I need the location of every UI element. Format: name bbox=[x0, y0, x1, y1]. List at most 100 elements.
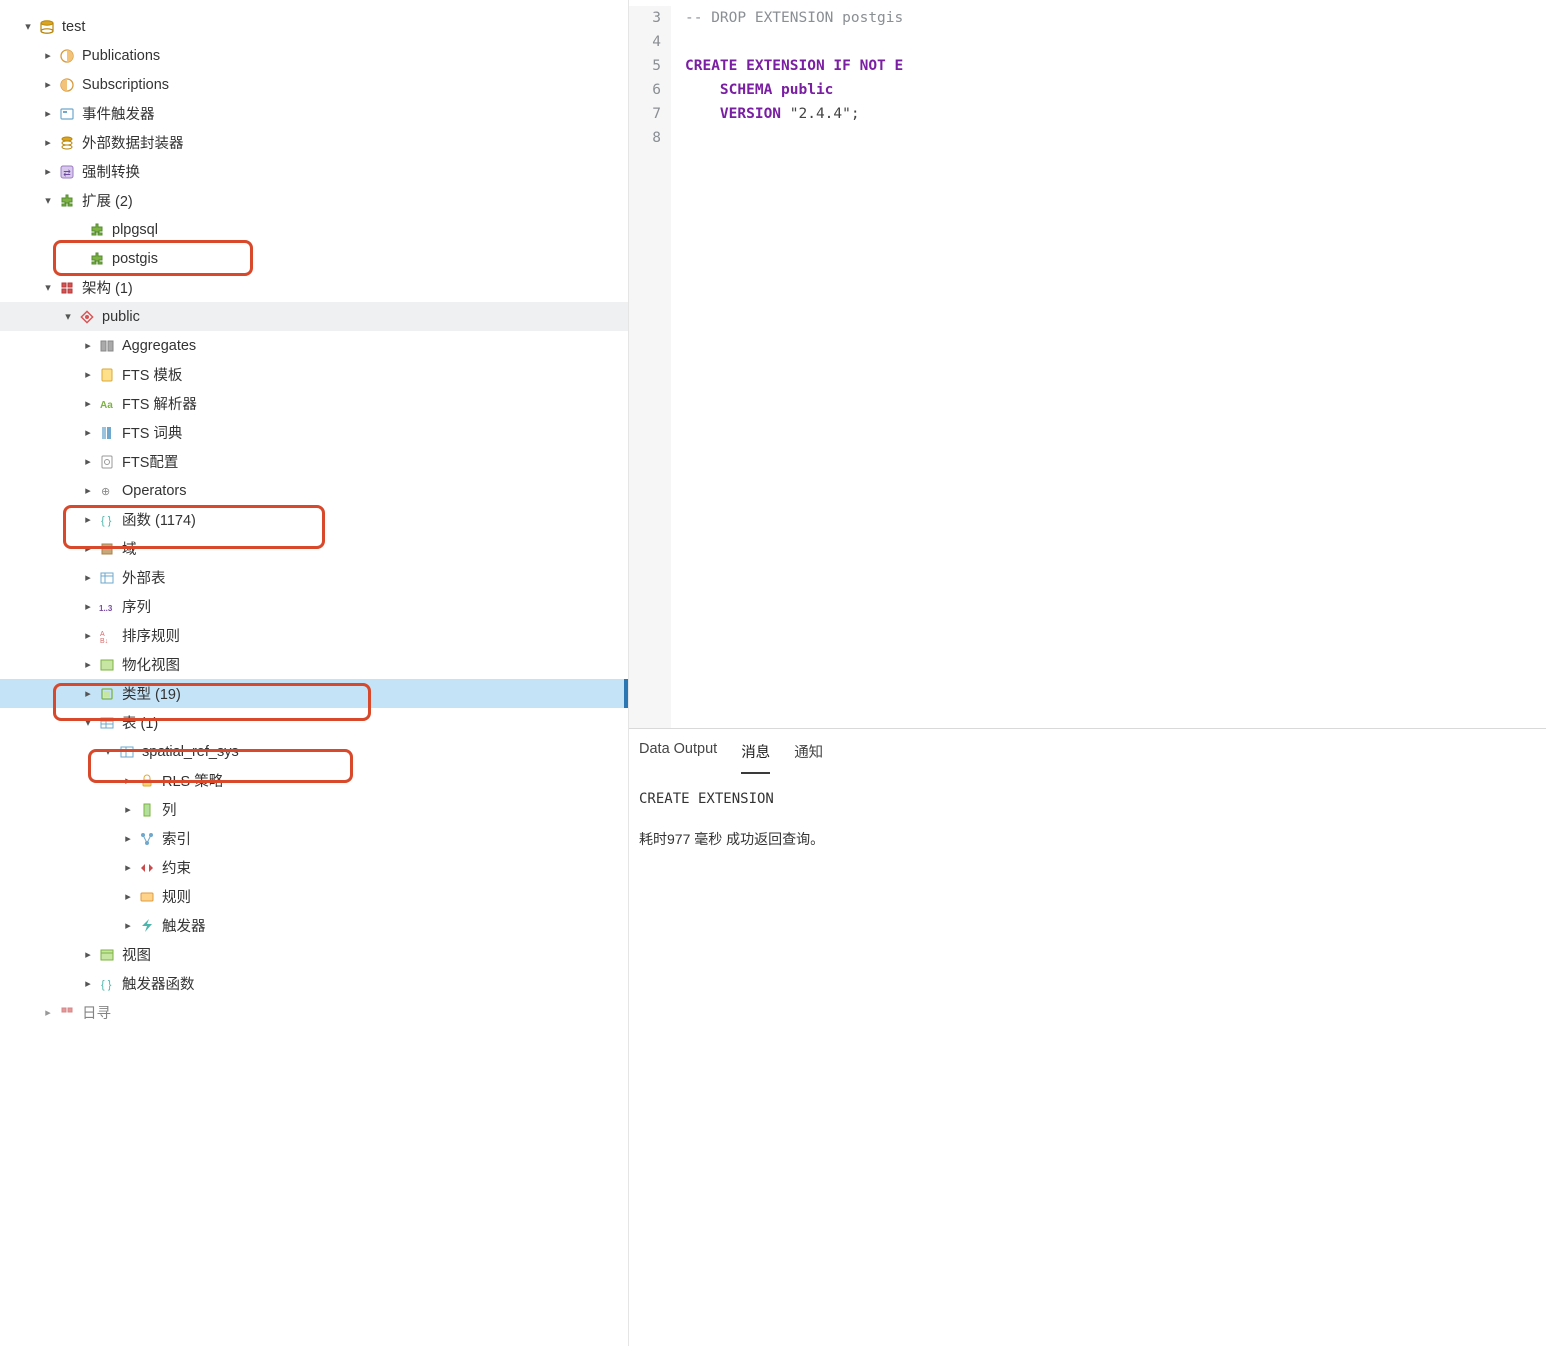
chevron-down-icon[interactable]: ▾ bbox=[100, 745, 116, 758]
code-content[interactable]: -- DROP EXTENSION postgisCREATE EXTENSIO… bbox=[671, 6, 903, 728]
aggregates-icon bbox=[98, 337, 116, 355]
chevron-right-icon[interactable]: ▸ bbox=[80, 455, 96, 468]
chevron-right-icon[interactable]: ▸ bbox=[80, 542, 96, 555]
tree-label: 排序规则 bbox=[122, 625, 180, 646]
tree-node-fts-parsers[interactable]: ▸ Aa FTS 解析器 bbox=[0, 389, 628, 418]
chevron-right-icon[interactable]: ▸ bbox=[80, 687, 96, 700]
chevron-right-icon[interactable]: ▸ bbox=[80, 368, 96, 381]
sql-editor[interactable]: 345678 -- DROP EXTENSION postgisCREATE E… bbox=[629, 0, 1546, 728]
editor-panel: 345678 -- DROP EXTENSION postgisCREATE E… bbox=[629, 0, 1546, 1346]
tree-label: RLS 策略 bbox=[162, 770, 223, 791]
chevron-right-icon[interactable]: ▸ bbox=[80, 513, 96, 526]
tree-node-ext-plpgsql[interactable]: ▸ plpgsql bbox=[0, 215, 628, 244]
output-line: 耗时977 毫秒 成功返回查询。 bbox=[639, 826, 1536, 852]
tree-node-trigger-funcs[interactable]: ▸ { } 触发器函数 bbox=[0, 969, 628, 998]
chevron-right-icon[interactable]: ▸ bbox=[120, 832, 136, 845]
fts-parser-icon: Aa bbox=[98, 395, 116, 413]
chevron-right-icon[interactable]: ▸ bbox=[80, 426, 96, 439]
tree-node-table-spatial[interactable]: ▾ spatial_ref_sys bbox=[0, 737, 628, 766]
tree-node-fts-templates[interactable]: ▸ FTS 模板 bbox=[0, 360, 628, 389]
table-icon bbox=[98, 714, 116, 732]
tree-label: 日寻 bbox=[82, 1002, 111, 1023]
tree-node-collations[interactable]: ▸ AB↓ 排序规则 bbox=[0, 621, 628, 650]
index-icon bbox=[138, 830, 156, 848]
chevron-right-icon[interactable]: ▸ bbox=[120, 803, 136, 816]
tree-node-event-triggers[interactable]: ▸ 事件触发器 bbox=[0, 99, 628, 128]
tree-label: FTS 解析器 bbox=[122, 393, 197, 414]
tree-node-casts[interactable]: ▸ ⇄ 强制转换 bbox=[0, 157, 628, 186]
chevron-right-icon[interactable]: ▸ bbox=[40, 136, 56, 149]
tree-node-schemas[interactable]: ▾ 架构 (1) bbox=[0, 273, 628, 302]
tree-node-catalogs[interactable]: ▸ 日寻 bbox=[0, 998, 628, 1027]
tree-label: Subscriptions bbox=[82, 77, 169, 93]
chevron-right-icon[interactable]: ▸ bbox=[80, 948, 96, 961]
tree-node-rls[interactable]: ▸ RLS 策略 bbox=[0, 766, 628, 795]
tree-node-rules[interactable]: ▸ 规则 bbox=[0, 882, 628, 911]
trigger-icon bbox=[138, 917, 156, 935]
chevron-down-icon[interactable]: ▾ bbox=[60, 310, 76, 323]
tree-node-columns[interactable]: ▸ 列 bbox=[0, 795, 628, 824]
chevron-down-icon[interactable]: ▾ bbox=[40, 281, 56, 294]
tree-node-ext-postgis[interactable]: ▸ postgis bbox=[0, 244, 628, 273]
tree-node-subscriptions[interactable]: ▸ Subscriptions bbox=[0, 70, 628, 99]
tree-node-indexes[interactable]: ▸ 索引 bbox=[0, 824, 628, 853]
chevron-right-icon[interactable]: ▸ bbox=[120, 861, 136, 874]
chevron-right-icon[interactable]: ▸ bbox=[80, 600, 96, 613]
tree-node-functions[interactable]: ▸ { } 函数 (1174) bbox=[0, 505, 628, 534]
chevron-right-icon[interactable]: ▸ bbox=[40, 107, 56, 120]
tree-node-views[interactable]: ▸ 视图 bbox=[0, 940, 628, 969]
tree-node-constraints[interactable]: ▸ 约束 bbox=[0, 853, 628, 882]
tab-notifications[interactable]: 通知 bbox=[794, 741, 823, 774]
tree-label: Aggregates bbox=[122, 338, 196, 354]
output-tabs: Data Output 消息 通知 bbox=[629, 729, 1546, 774]
tree-label: 索引 bbox=[162, 828, 191, 849]
tree-node-extensions[interactable]: ▾ 扩展 (2) bbox=[0, 186, 628, 215]
tree-label: 触发器函数 bbox=[122, 973, 195, 994]
tree-node-database[interactable]: ▾ test bbox=[0, 12, 628, 41]
chevron-right-icon[interactable]: ▸ bbox=[40, 1006, 56, 1019]
tree-node-types[interactable]: ▸ 类型 (19) bbox=[0, 679, 628, 708]
tab-messages[interactable]: 消息 bbox=[741, 741, 770, 774]
tree-node-sequences[interactable]: ▸ 1..3 序列 bbox=[0, 592, 628, 621]
svg-text:⊕: ⊕ bbox=[101, 486, 110, 498]
chevron-right-icon[interactable]: ▸ bbox=[80, 339, 96, 352]
tree-label: 外部数据封装器 bbox=[82, 132, 184, 153]
chevron-right-icon[interactable]: ▸ bbox=[40, 49, 56, 62]
chevron-right-icon[interactable]: ▸ bbox=[80, 571, 96, 584]
tree-node-tables[interactable]: ▾ 表 (1) bbox=[0, 708, 628, 737]
tree-node-fdw[interactable]: ▸ 外部数据封装器 bbox=[0, 128, 628, 157]
chevron-right-icon[interactable]: ▸ bbox=[80, 484, 96, 497]
object-tree[interactable]: ▾ test ▸ Publications ▸ Subscriptions ▸ … bbox=[0, 0, 628, 1027]
svg-text:{ }: { } bbox=[101, 515, 112, 527]
tree-node-operators[interactable]: ▸ ⊕ Operators bbox=[0, 476, 628, 505]
tree-label: plpgsql bbox=[112, 222, 158, 238]
tab-data-output[interactable]: Data Output bbox=[639, 741, 717, 774]
chevron-down-icon[interactable]: ▾ bbox=[20, 20, 36, 33]
tree-node-fts-config[interactable]: ▸ FTS配置 bbox=[0, 447, 628, 476]
tree-node-triggers[interactable]: ▸ 触发器 bbox=[0, 911, 628, 940]
chevron-right-icon[interactable]: ▸ bbox=[40, 165, 56, 178]
chevron-right-icon[interactable]: ▸ bbox=[80, 629, 96, 642]
chevron-right-icon[interactable]: ▸ bbox=[80, 977, 96, 990]
tree-node-matviews[interactable]: ▸ 物化视图 bbox=[0, 650, 628, 679]
chevron-down-icon[interactable]: ▾ bbox=[40, 194, 56, 207]
chevron-right-icon[interactable]: ▸ bbox=[120, 919, 136, 932]
tree-label: spatial_ref_sys bbox=[142, 744, 239, 760]
chevron-right-icon[interactable]: ▸ bbox=[80, 397, 96, 410]
svg-text:Aa: Aa bbox=[100, 400, 113, 411]
tree-node-foreign-tables[interactable]: ▸ 外部表 bbox=[0, 563, 628, 592]
catalog-icon bbox=[58, 1004, 76, 1022]
tree-node-aggregates[interactable]: ▸ Aggregates bbox=[0, 331, 628, 360]
chevron-down-icon[interactable]: ▾ bbox=[80, 716, 96, 729]
tree-node-fts-dict[interactable]: ▸ FTS 词典 bbox=[0, 418, 628, 447]
chevron-right-icon[interactable]: ▸ bbox=[40, 78, 56, 91]
tree-label: 类型 (19) bbox=[122, 683, 181, 704]
chevron-right-icon[interactable]: ▸ bbox=[120, 774, 136, 787]
constraint-icon bbox=[138, 859, 156, 877]
chevron-right-icon[interactable]: ▸ bbox=[120, 890, 136, 903]
tree-node-publications[interactable]: ▸ Publications bbox=[0, 41, 628, 70]
chevron-right-icon[interactable]: ▸ bbox=[80, 658, 96, 671]
tree-node-schema-public[interactable]: ▾ public bbox=[0, 302, 628, 331]
tree-node-domains[interactable]: ▸ 域 bbox=[0, 534, 628, 563]
tree-label: test bbox=[62, 19, 85, 35]
